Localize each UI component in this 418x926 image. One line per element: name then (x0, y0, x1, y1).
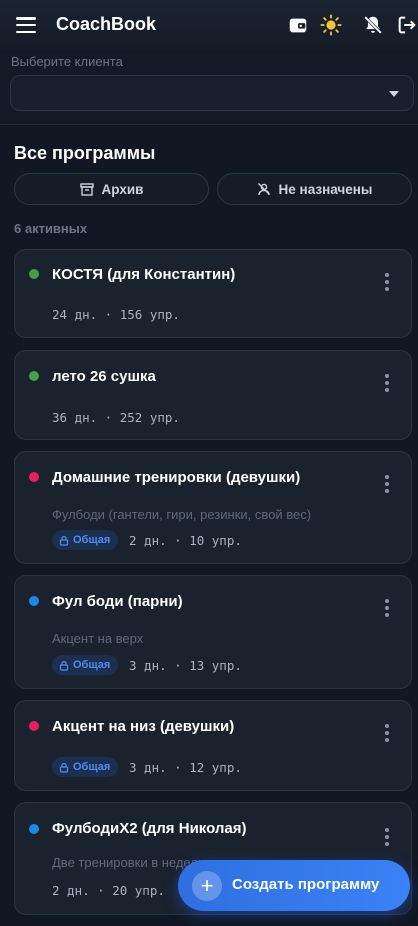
program-meta: 2 дн. · 20 упр. (52, 883, 165, 898)
archive-icon (79, 182, 94, 196)
unassigned-label: Не назначены (278, 181, 373, 197)
more-vertical-icon[interactable] (385, 724, 389, 742)
caret-down-icon (389, 91, 399, 97)
program-title: КОСТЯ (для Константин) (52, 266, 236, 283)
page-title: Все программы (14, 143, 156, 163)
more-vertical-icon[interactable] (385, 599, 389, 617)
more-vertical-icon[interactable] (385, 828, 389, 846)
menu-icon[interactable] (16, 17, 36, 34)
program-card[interactable]: Домашние тренировки (девушки) Фулбоди (г… (14, 451, 412, 564)
app-title: CoachBook (56, 14, 157, 34)
status-dot (29, 824, 39, 834)
program-title: Домашние тренировки (девушки) (52, 469, 301, 486)
client-select-label: Выберите клиента (11, 54, 123, 69)
program-description: Фулбоди (гантели, гири, резинки, свой ве… (52, 507, 312, 522)
wallet-icon[interactable] (287, 14, 309, 36)
more-vertical-icon[interactable] (385, 374, 389, 392)
status-dot (29, 472, 39, 482)
more-vertical-icon[interactable] (385, 475, 389, 493)
program-description: Акцент на верх (52, 631, 144, 646)
logout-icon[interactable] (396, 14, 418, 36)
lock-icon (59, 762, 69, 773)
lock-icon (59, 535, 69, 546)
program-meta: 3 дн. · 13 упр. (129, 658, 242, 673)
program-card[interactable]: лето 26 сушка 36 дн. · 252 упр. (14, 350, 412, 440)
program-title: Акцент на низ (девушки) (52, 718, 235, 735)
status-dot (29, 596, 39, 606)
archive-label: Архив (101, 181, 144, 197)
sun-icon[interactable] (320, 14, 342, 36)
lock-icon (59, 660, 69, 671)
program-title: Фул боди (парни) (52, 593, 183, 610)
shared-badge: Общая (52, 655, 119, 675)
status-dot (29, 721, 39, 731)
badge-label: Общая (73, 659, 111, 671)
bell-off-icon[interactable] (362, 14, 384, 36)
unassigned-button[interactable]: Не назначены (217, 173, 412, 205)
shared-badge: Общая (52, 757, 119, 777)
status-dot (29, 371, 39, 381)
program-meta: 36 дн. · 252 упр. (52, 410, 180, 425)
create-program-button[interactable]: + Создать программу (178, 860, 410, 911)
plus-icon: + (192, 871, 222, 901)
client-select[interactable] (10, 75, 414, 111)
archive-button[interactable]: Архив (14, 173, 209, 205)
badge-label: Общая (73, 534, 111, 546)
program-title: ФулбодиХ2 (для Николая) (52, 820, 247, 837)
program-meta: 24 дн. · 156 упр. (52, 307, 180, 322)
program-meta: 2 дн. · 10 упр. (129, 533, 242, 548)
shared-badge: Общая (52, 530, 119, 550)
program-meta: 3 дн. · 12 упр. (129, 760, 242, 775)
program-card[interactable]: Акцент на низ (девушки) Общая 3 дн. · 12… (14, 700, 412, 791)
active-count: 6 активных (14, 221, 88, 236)
more-vertical-icon[interactable] (385, 273, 389, 291)
program-title: лето 26 сушка (52, 368, 156, 385)
client-section: Выберите клиента (0, 50, 418, 125)
status-dot (29, 269, 39, 279)
badge-label: Общая (73, 761, 111, 773)
app-bar: CoachBook (0, 0, 418, 50)
program-card[interactable]: Фул боди (парни) Акцент на верх Общая 3 … (14, 575, 412, 689)
create-program-label: Создать программу (232, 876, 380, 893)
user-off-icon (257, 183, 270, 196)
program-card[interactable]: КОСТЯ (для Константин) 24 дн. · 156 упр. (14, 249, 412, 338)
